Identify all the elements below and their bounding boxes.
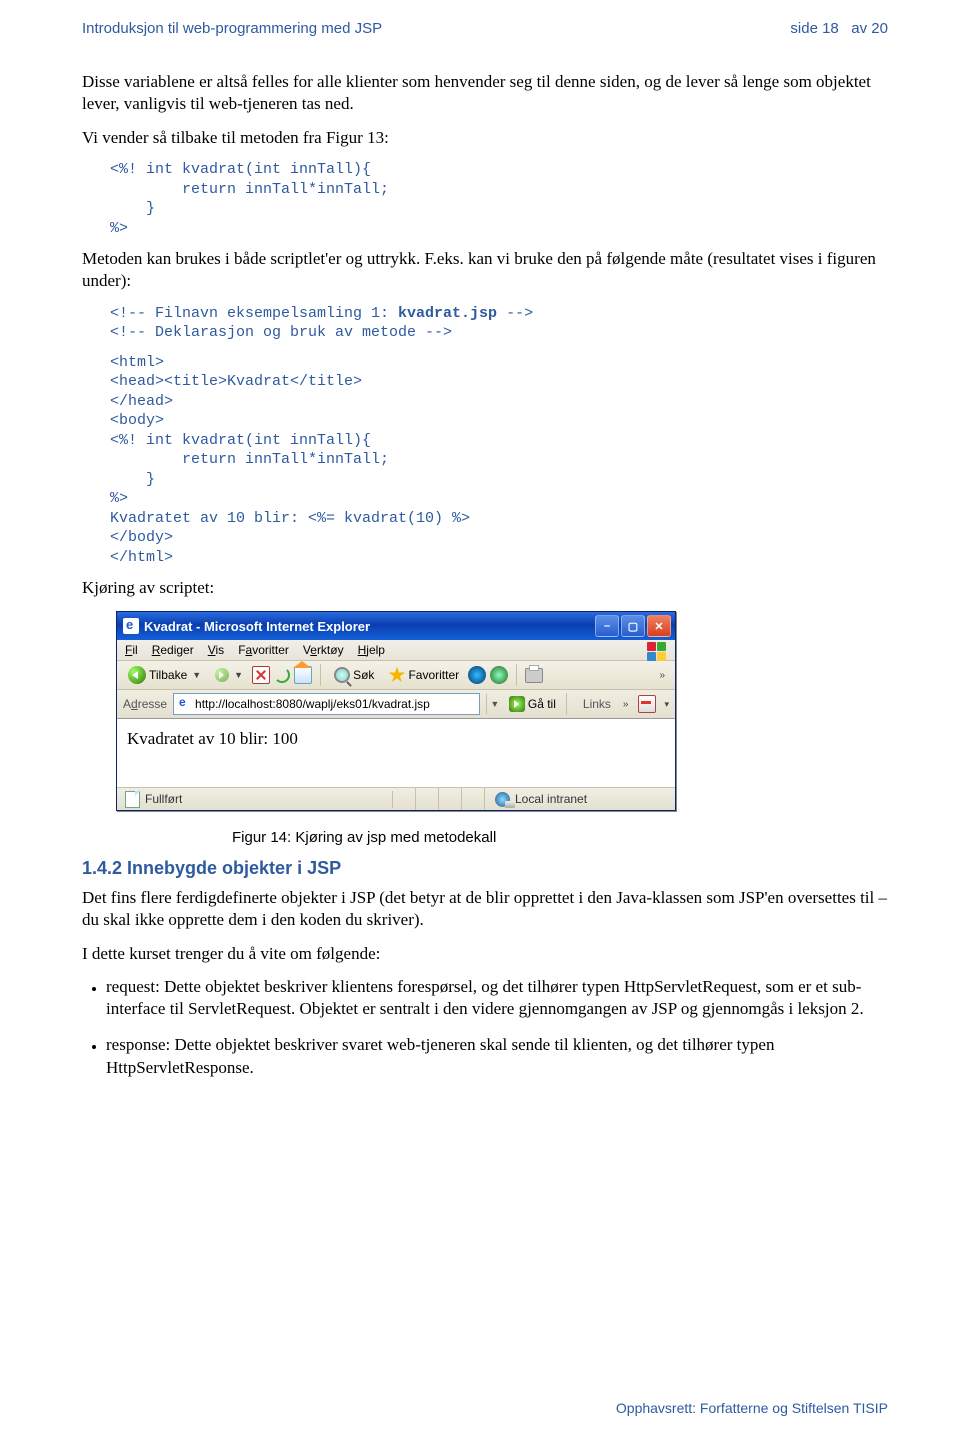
ie-app-icon — [123, 618, 139, 634]
code-block-1: <%! int kvadrat(int innTall){ return inn… — [110, 160, 888, 238]
history-icon[interactable] — [490, 666, 508, 684]
back-button[interactable]: Tilbake ▼ — [123, 664, 206, 686]
ie-title-text: Kvadrat - Microsoft Internet Explorer — [144, 619, 370, 634]
ie-window: Kvadrat - Microsoft Internet Explorer – … — [116, 611, 676, 811]
bullet-list: request: Dette objektet beskriver klient… — [82, 976, 888, 1078]
go-button[interactable]: Gå til — [509, 696, 556, 712]
bullet-response: response: Dette objektet beskriver svare… — [106, 1034, 888, 1078]
page-header: Introduksjon til web-programmering med J… — [82, 20, 888, 37]
addr-separator — [566, 693, 567, 715]
content-text: Kvadratet av 10 blir: 100 — [127, 729, 298, 748]
page-icon — [177, 697, 191, 711]
menu-help[interactable]: Hjelp — [358, 643, 385, 657]
back-arrow-icon — [128, 666, 146, 684]
minimize-button[interactable]: – — [595, 615, 619, 637]
links-overflow-icon[interactable]: » — [619, 697, 633, 712]
favorites-button[interactable]: Favoritter — [383, 665, 464, 686]
forward-arrow-icon — [215, 668, 229, 682]
zone-icon — [495, 792, 510, 807]
status-cell-2 — [416, 788, 439, 810]
ie-titlebar: Kvadrat - Microsoft Internet Explorer – … — [117, 612, 675, 640]
home-icon[interactable] — [294, 666, 312, 684]
search-icon — [334, 667, 350, 683]
pdf-dropdown-icon[interactable]: ▾ — [664, 699, 669, 710]
url-text: http://localhost:8080/waplj/eks01/kvadra… — [195, 697, 430, 711]
bullet-request: request: Dette objektet beskriver klient… — [106, 976, 888, 1020]
paragraph-5: Det fins flere ferdigdefinerte objekter … — [82, 887, 888, 931]
windows-logo-icon — [647, 642, 669, 660]
zone-text: Local intranet — [515, 792, 587, 806]
forward-button[interactable]: ▼ — [210, 666, 248, 684]
links-label[interactable]: Links — [583, 697, 611, 711]
status-cell-4 — [462, 788, 485, 810]
code-block-2: <!-- Filnavn eksempelsamling 1: kvadrat.… — [110, 304, 888, 343]
star-icon — [388, 667, 405, 684]
menu-file[interactable]: Fil — [125, 643, 138, 657]
back-dropdown-icon[interactable]: ▼ — [192, 670, 201, 680]
pdf-icon[interactable] — [638, 695, 656, 713]
toolbar-separator — [320, 664, 321, 686]
figure-caption: Figur 14: Kjøring av jsp med metodekall — [232, 829, 888, 846]
paragraph-3: Metoden kan brukes i både scriptlet'er o… — [82, 248, 888, 292]
go-arrow-icon — [509, 696, 525, 712]
stop-icon[interactable] — [252, 666, 270, 684]
paragraph-2: Vi vender så tilbake til metoden fra Fig… — [82, 127, 888, 149]
ie-statusbar: Fullført Local intranet — [117, 787, 675, 810]
refresh-icon[interactable] — [274, 667, 290, 683]
ie-toolbar: Tilbake ▼ ▼ Søk Favoritter — [117, 661, 675, 690]
media-icon[interactable] — [468, 666, 486, 684]
header-page: side 18 av 20 — [790, 20, 888, 37]
ie-address-bar: Adresse http://localhost:8080/waplj/eks0… — [117, 690, 675, 719]
header-title: Introduksjon til web-programmering med J… — [82, 20, 382, 37]
print-icon[interactable] — [525, 668, 543, 683]
status-cell-3 — [439, 788, 462, 810]
code-block-3: <html> <head><title>Kvadrat</title> </he… — [110, 353, 888, 568]
menu-view[interactable]: Vis — [208, 643, 224, 657]
address-input[interactable]: http://localhost:8080/waplj/eks01/kvadra… — [173, 693, 480, 715]
footer-copyright: Opphavsrett: Forfatterne og Stiftelsen T… — [616, 1400, 888, 1416]
paragraph-6: I dette kurset trenger du å vite om følg… — [82, 943, 888, 965]
maximize-button[interactable]: ▢ — [621, 615, 645, 637]
paragraph-4: Kjøring av scriptet: — [82, 577, 888, 599]
status-cell-1 — [393, 788, 416, 810]
search-button[interactable]: Søk — [329, 665, 379, 685]
close-button[interactable]: ✕ — [647, 615, 671, 637]
menu-edit[interactable]: Rediger — [152, 643, 194, 657]
address-dropdown-icon[interactable]: ▼ — [486, 694, 503, 714]
status-page-icon — [125, 791, 140, 808]
paragraph-1: Disse variablene er altså felles for all… — [82, 71, 888, 115]
toolbar-overflow-icon[interactable]: » — [655, 668, 669, 683]
toolbar-separator-2 — [516, 664, 517, 686]
address-label: Adresse — [123, 697, 167, 711]
status-text: Fullført — [145, 792, 182, 806]
browser-content: Kvadratet av 10 blir: 100 — [117, 719, 675, 787]
menu-favorites[interactable]: Favoritter — [238, 643, 289, 657]
menu-tools[interactable]: Verktøy — [303, 643, 344, 657]
forward-dropdown-icon[interactable]: ▼ — [234, 670, 243, 680]
ie-menubar: Fil Rediger Vis Favoritter Verktøy Hjelp — [117, 640, 675, 661]
section-heading: 1.4.2 Innebygde objekter i JSP — [82, 858, 888, 879]
